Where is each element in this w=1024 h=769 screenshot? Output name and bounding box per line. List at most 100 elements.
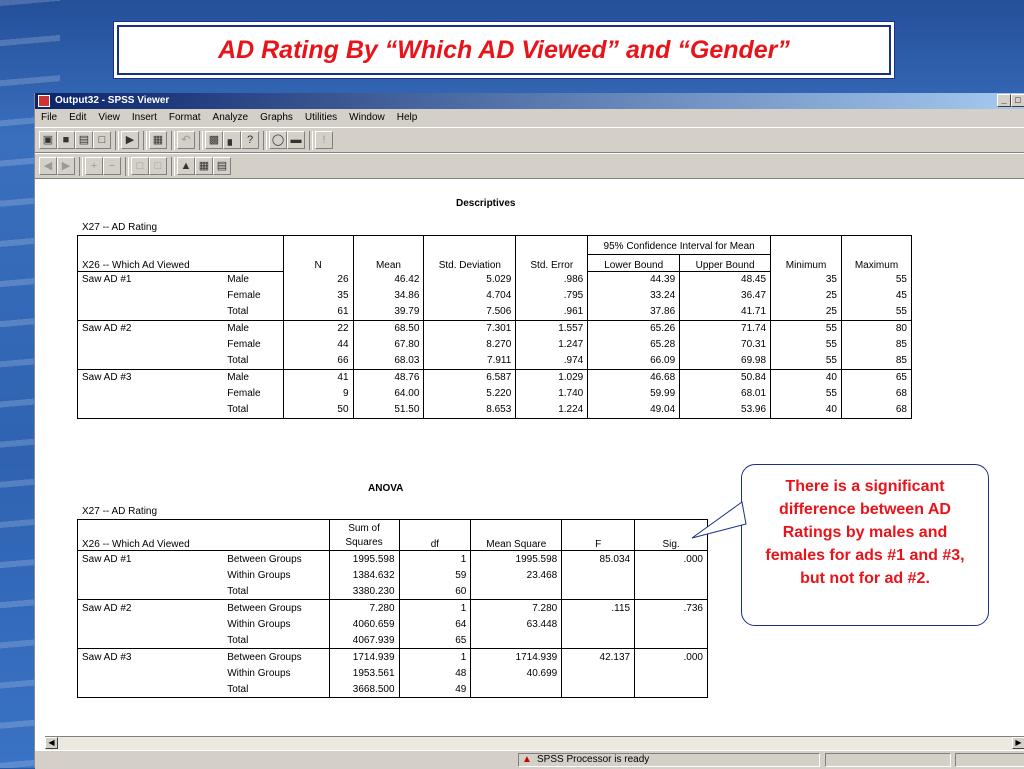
- cell-mean: 67.80: [352, 336, 424, 353]
- table-row: Within Groups 4060.659 64 63.448: [77, 616, 708, 632]
- col-std-deviation: Std. Deviation: [423, 235, 516, 271]
- col-maximum: Maximum: [840, 235, 913, 271]
- table-row: Female 35 34.86 4.704.795 33.24 36.47 25 45: [77, 287, 913, 304]
- insert-title-icon[interactable]: ▦: [195, 157, 213, 175]
- cell-f: 85.034: [561, 550, 635, 567]
- menu-edit[interactable]: Edit: [63, 109, 92, 123]
- goto-case-icon[interactable]: ▖: [223, 131, 241, 149]
- cell-mean: 68.50: [352, 319, 424, 337]
- table-row: Total 3668.500 49: [77, 681, 708, 698]
- sub-label: Total: [227, 634, 249, 646]
- insert-text-icon[interactable]: ▤: [213, 157, 231, 175]
- menu-utilities[interactable]: Utilities: [299, 109, 343, 123]
- menu-analyze[interactable]: Analyze: [207, 109, 255, 123]
- sub-label: Male: [223, 319, 284, 337]
- slide-title: AD Rating By “Which AD Viewed” and “Gend…: [218, 36, 790, 64]
- use-sets-icon[interactable]: ◯: [269, 131, 287, 149]
- recall-dialog-icon[interactable]: ▦: [149, 131, 167, 149]
- cell-df: 1: [398, 648, 471, 665]
- cell-ms: [470, 583, 562, 600]
- outline-toolbar: ◀ ▶ + − □ □ ▲ ▦ ▤: [35, 153, 1024, 179]
- menu-file[interactable]: File: [35, 109, 63, 123]
- horizontal-scrollbar[interactable]: ◀ ▶: [45, 736, 1024, 750]
- group-label: [77, 385, 224, 402]
- cell-ms: 7.280: [470, 599, 562, 616]
- cell-se: .795: [515, 287, 588, 304]
- open-icon[interactable]: ▣: [39, 131, 57, 149]
- cell-ub: 50.84: [679, 368, 771, 386]
- cell-sig: [634, 616, 708, 632]
- table-row: Saw AD #3 Male 41 48.76 6.587 1.029 46.68 50.84…: [77, 368, 913, 386]
- toolbar-separator: [115, 131, 119, 150]
- cell-f: [561, 616, 635, 632]
- cell-sd: 5.220: [423, 385, 516, 402]
- window-title: Output32 - SPSS Viewer: [55, 95, 170, 106]
- cell-n: 35: [282, 287, 354, 304]
- minimize-button[interactable]: _: [997, 94, 1011, 107]
- print-icon[interactable]: ▤: [75, 131, 93, 149]
- collapse-icon[interactable]: −: [103, 157, 121, 175]
- group-label: [77, 632, 224, 649]
- run-icon[interactable]: !: [315, 131, 333, 149]
- cell-df: 65: [398, 632, 471, 649]
- undo-icon[interactable]: ↶: [177, 131, 195, 149]
- export-icon[interactable]: ▶: [121, 131, 139, 149]
- cell-se: 1.029: [515, 368, 588, 386]
- menu-view[interactable]: View: [92, 109, 126, 123]
- show-icon[interactable]: □: [131, 157, 149, 175]
- maximize-button[interactable]: □: [1011, 94, 1024, 107]
- cell-n: 50: [282, 401, 354, 419]
- menu-help[interactable]: Help: [391, 109, 424, 123]
- menu-window[interactable]: Window: [343, 109, 391, 123]
- goto-data-icon[interactable]: ▩: [205, 131, 223, 149]
- table-row: Saw AD #1 Male 26 46.42 5.029.986 44.39 48.45 3…: [77, 271, 913, 288]
- cell-lb: 49.04: [587, 401, 680, 419]
- promote-left-icon[interactable]: ◀: [39, 157, 57, 175]
- group-label: Saw AD #1: [77, 271, 224, 288]
- status-cell: [825, 753, 951, 767]
- menu-graphs[interactable]: Graphs: [254, 109, 299, 123]
- toolbar-separator: [263, 131, 267, 150]
- descriptives-dependent: X27 -- AD Rating: [82, 222, 158, 233]
- main-toolbar: ▣ ■ ▤ □ ▶ ▦ ↶ ▩ ▖ ? ◯ ▬ !: [35, 127, 1024, 153]
- designate-window-icon[interactable]: ▬: [287, 131, 305, 149]
- insert-heading-icon[interactable]: ▲: [177, 157, 195, 175]
- col-lower-bound: Lower Bound: [587, 254, 680, 272]
- cell-ss: 1953.561: [328, 665, 400, 681]
- cell-ss: 1714.939: [328, 648, 400, 665]
- window-titlebar[interactable]: Output32 - SPSS Viewer _ □: [35, 93, 1024, 109]
- table-row: Total 3380.230 60: [77, 583, 708, 600]
- cell-n: 41: [282, 368, 354, 386]
- print-preview-icon[interactable]: □: [93, 131, 111, 149]
- sub-label: Total: [223, 401, 284, 419]
- sub-label: Total: [227, 355, 249, 366]
- variables-icon[interactable]: ?: [241, 131, 259, 149]
- cell-max: 65: [840, 368, 913, 386]
- col-df: df: [398, 519, 471, 551]
- cell-sig: [634, 567, 708, 583]
- menu-insert[interactable]: Insert: [126, 109, 163, 123]
- cell-se: 1.247: [515, 336, 588, 353]
- demote-right-icon[interactable]: ▶: [57, 157, 75, 175]
- sub-label: Total: [227, 306, 249, 317]
- anova-header-row: X26 -- Which Ad Viewed Sum of Squares df…: [77, 519, 708, 551]
- save-icon[interactable]: ■: [57, 131, 75, 149]
- expand-icon[interactable]: +: [85, 157, 103, 175]
- cell-sd: 7.911: [423, 352, 516, 369]
- cell-n: 61: [282, 303, 354, 320]
- group-label: Saw AD #1: [77, 550, 224, 567]
- cell-sd: 6.587: [423, 368, 516, 386]
- col-f: F: [561, 519, 635, 551]
- scroll-right-icon[interactable]: ▶: [1012, 737, 1024, 749]
- hide-icon[interactable]: □: [149, 157, 167, 175]
- cell-min: 55: [770, 319, 842, 337]
- cell-mean: 46.42: [352, 271, 424, 288]
- scroll-left-icon[interactable]: ◀: [45, 737, 58, 749]
- cell-sig: .000: [634, 648, 708, 665]
- menu-format[interactable]: Format: [163, 109, 207, 123]
- cell-ub: 70.31: [679, 336, 771, 353]
- col-mean-square: Mean Square: [470, 519, 562, 551]
- cell-n: 66: [282, 352, 354, 369]
- descriptives-header-row: N Mean Std. Deviation Std. Error 95% Con…: [77, 235, 913, 271]
- table-row: Saw AD #2 Male 22 68.50 7.301 1.557 65.26 71.74…: [77, 319, 913, 337]
